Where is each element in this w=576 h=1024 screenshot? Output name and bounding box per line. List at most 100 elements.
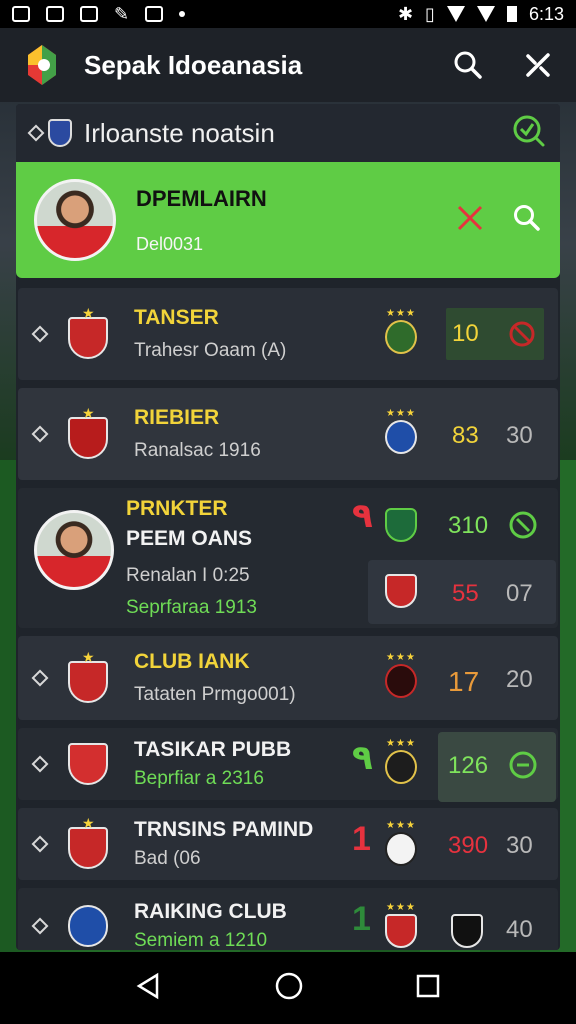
file-icon xyxy=(46,6,64,22)
rank-value: 40 xyxy=(506,916,533,943)
app-logo xyxy=(22,43,62,87)
home-icon xyxy=(275,972,303,999)
close-button[interactable] xyxy=(456,204,484,237)
diamond-icon xyxy=(31,669,49,687)
recents-button[interactable] xyxy=(415,973,441,1004)
back-button[interactable] xyxy=(135,972,163,1005)
app-title: Sepak Idoeanasia xyxy=(84,49,303,80)
featured-search-button[interactable] xyxy=(512,203,542,238)
check-circle-icon xyxy=(509,511,537,539)
bluetooth-icon: ✱ xyxy=(397,3,414,24)
emblem-icon: ★★★ xyxy=(384,652,418,700)
close-icon xyxy=(457,205,483,230)
club-desc: Tataten Prmgo001) xyxy=(134,684,296,705)
emblem-icon: ★★★ xyxy=(384,308,418,356)
club-crest-icon: ★ xyxy=(66,405,110,459)
clock: 6:13 xyxy=(528,3,564,24)
club-desc: Semiem a 1210 xyxy=(134,930,268,950)
list-item[interactable]: ★ TANSER Trahesr Oaam (A) ★★★ 10 xyxy=(18,288,558,380)
shuffle-icon xyxy=(526,53,550,77)
points-value: 55 xyxy=(452,580,479,607)
check-search-icon xyxy=(513,115,545,146)
list-item[interactable]: RAIKING CLUB Semiem a 1210 1 ★★★ 40 xyxy=(18,888,558,950)
home-button[interactable] xyxy=(274,971,304,1006)
check-circle-icon xyxy=(509,751,537,779)
club-name: TRNSINS PAMIND xyxy=(134,818,314,841)
club-name: RIEBIER xyxy=(134,406,220,429)
club-crest-icon xyxy=(66,901,110,950)
club-desc: Bad (06 xyxy=(134,848,201,869)
list-item[interactable]: ★ TRNSINS PAMIND Bad (06 1 ★★★ 390 30 xyxy=(18,808,558,880)
app-bar: Sepak Idoeanasia xyxy=(0,28,576,102)
rank-value: 30 xyxy=(506,832,533,859)
block-button[interactable] xyxy=(508,320,536,353)
shuffle-button[interactable] xyxy=(522,49,554,81)
trend-marker: ٩ xyxy=(352,497,373,535)
search-icon xyxy=(454,51,482,79)
club-crest-icon: ★ xyxy=(66,305,110,359)
club-crest-icon xyxy=(66,739,110,789)
ranking-panel: Irloanste noatsin DPEMLAIRN Del0031 ★ TA… xyxy=(16,104,560,950)
list-item[interactable]: ★ RIEBIER Ranalsac 1916 ★★★ 83 30 xyxy=(18,388,558,480)
club-name: TASIKAR PUBB xyxy=(134,738,292,761)
emblem-icon: ★★★ xyxy=(384,902,418,950)
vibrate-icon: ▯ xyxy=(425,3,435,24)
emblem-icon: ★★★ xyxy=(384,738,418,786)
rank-value: 20 xyxy=(506,666,533,693)
club-crest-icon: ★ xyxy=(66,815,110,869)
score-value: 83 xyxy=(452,422,479,449)
diamond-icon xyxy=(31,835,49,853)
emblem-icon xyxy=(384,572,418,610)
rank-value: 30 xyxy=(506,422,533,449)
diamond-icon xyxy=(31,755,49,773)
club-name: RAIKING CLUB xyxy=(134,900,287,923)
list-header: Irloanste noatsin xyxy=(16,104,560,162)
club-name: CLUB IANK xyxy=(134,650,250,673)
player-avatar xyxy=(34,510,114,590)
score-value: 10 xyxy=(452,320,479,347)
tools-icon: ✎ xyxy=(114,3,130,24)
emblem-icon: ★★★ xyxy=(384,820,418,868)
club-desc: Beprfiar a 2316 xyxy=(134,768,264,789)
list-header-title: Irloanste noatsin xyxy=(84,117,275,148)
player-avatar xyxy=(34,179,116,261)
status-bar: ✎ ✱ ▯ 6:13 xyxy=(0,0,576,28)
club-name: TANSER xyxy=(134,306,219,329)
featured-player-card[interactable]: DPEMLAIRN Del0031 xyxy=(16,162,560,278)
battery-icon xyxy=(506,6,517,22)
list-item-expanded[interactable]: PRNKTER PEEM OANS Renalan I 0:25 Seprfar… xyxy=(18,488,558,628)
score-value: 310 xyxy=(448,512,489,539)
list-item[interactable]: ★ CLUB IANK Tataten Prmgo001) ★★★ 17 20 xyxy=(18,636,558,720)
score-value: 126 xyxy=(448,752,489,779)
club-crest-icon: ★ xyxy=(66,649,110,703)
trend-marker: ٩ xyxy=(352,739,373,777)
featured-subtitle: Del0031 xyxy=(136,233,204,254)
diamond-icon xyxy=(27,124,45,142)
ranking-list: ★ TANSER Trahesr Oaam (A) ★★★ 10 ★ RIEBI… xyxy=(16,288,560,950)
drive-icon xyxy=(80,6,98,22)
back-icon xyxy=(136,972,159,999)
image-icon xyxy=(12,6,30,22)
diamond-icon xyxy=(31,425,49,443)
trend-marker: 1 xyxy=(352,820,371,858)
player-team: PEEM OANS xyxy=(126,527,253,550)
block-icon xyxy=(509,321,535,347)
diamond-icon xyxy=(31,917,49,935)
club-shield-icon xyxy=(48,119,72,147)
emblem-icon xyxy=(450,912,484,950)
emblem-icon: ★★★ xyxy=(384,408,418,456)
emblem-icon xyxy=(384,506,418,544)
confirm-button[interactable] xyxy=(508,750,538,785)
system-nav-bar xyxy=(0,952,576,1024)
signal-icon xyxy=(476,6,495,22)
list-item[interactable]: TASIKAR PUBB Beprfiar a 2316 ٩ ★★★ 126 xyxy=(18,728,558,802)
club-desc: Trahesr Oaam (A) xyxy=(134,340,287,361)
wifi-icon xyxy=(446,6,465,22)
rank-value: 07 xyxy=(506,580,533,607)
player-date: Seprfaraa 1913 xyxy=(126,597,257,618)
confirm-button[interactable] xyxy=(508,510,538,545)
check-button[interactable] xyxy=(512,114,546,153)
search-button[interactable] xyxy=(452,49,484,81)
player-desc: Renalan I 0:25 xyxy=(126,565,250,586)
dot-icon xyxy=(179,11,186,17)
